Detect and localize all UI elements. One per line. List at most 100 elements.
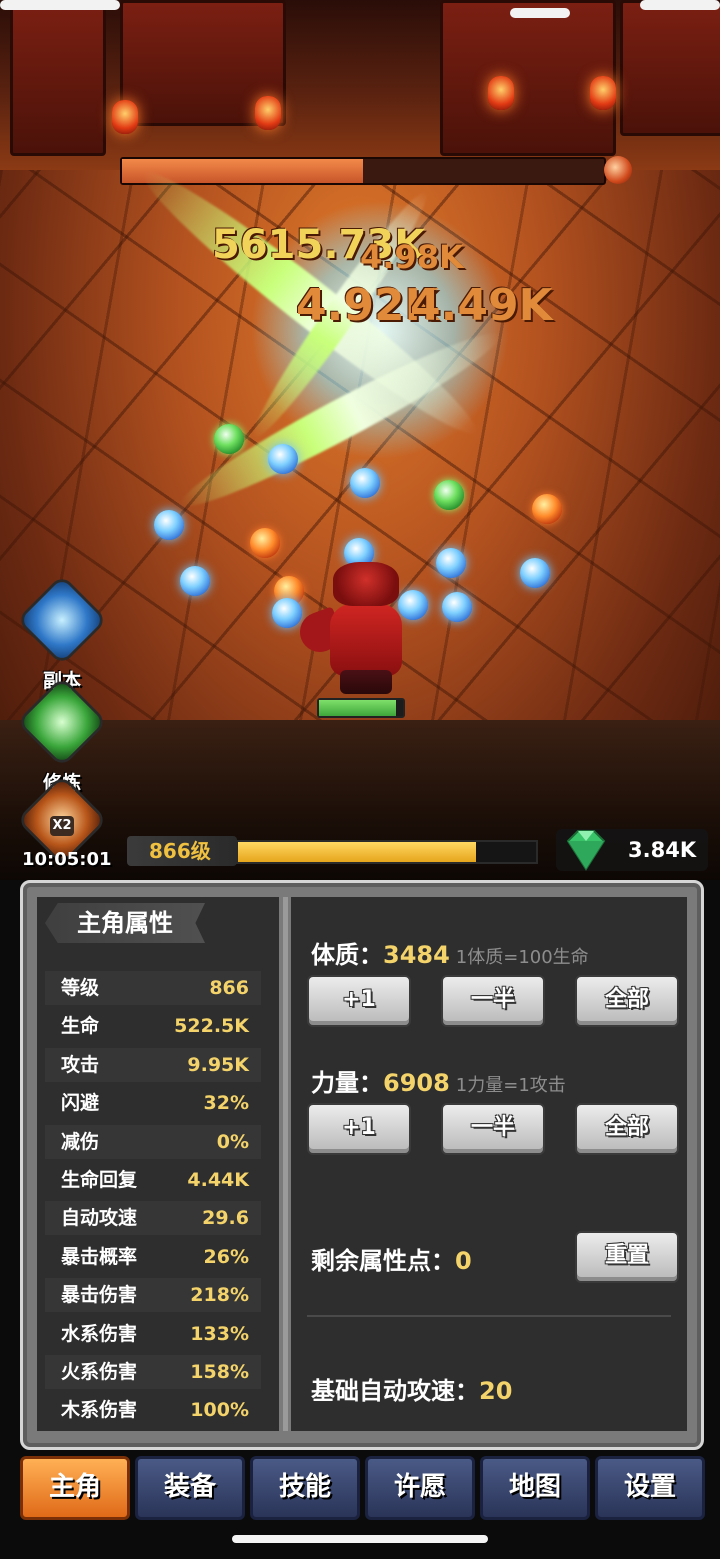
stat-row: 木系伤害 100% [45, 1393, 261, 1427]
stat-row: 暴击概率 26% [45, 1240, 261, 1274]
strength-half-button[interactable]: 一半 [441, 1103, 545, 1155]
stat-value: 9.95K [187, 1053, 249, 1076]
lantern [112, 100, 138, 134]
stat-label: 暴击概率 [61, 1245, 138, 1268]
stat-label: 火系伤害 [61, 1361, 138, 1383]
gem-counter: 3.84K [556, 829, 708, 871]
water-orb [154, 510, 184, 540]
remaining-points-line: 剩余属性点：0 [311, 1241, 472, 1276]
base-speed-label: 基础自动攻速： [311, 1377, 479, 1405]
constitution-value: 3484 [383, 941, 450, 969]
base-speed-line: 基础自动攻速：20 [311, 1371, 512, 1406]
constitution-half-button[interactable]: 一半 [441, 975, 545, 1027]
strength-all-button[interactable]: 全部 [575, 1103, 679, 1155]
water-orb [268, 444, 298, 474]
stat-label: 闪避 [61, 1092, 100, 1115]
water-orb [350, 468, 380, 498]
building [620, 0, 720, 136]
stat-label: 暴击伤害 [61, 1284, 138, 1307]
building [10, 0, 106, 156]
stat-label: 水系伤害 [61, 1322, 138, 1345]
tab-hero[interactable]: 主角 [20, 1456, 130, 1520]
stat-value: 866 [209, 977, 249, 999]
stat-row: 生命 522.5K [45, 1009, 261, 1043]
fire-orb [532, 494, 562, 524]
stat-row: 等级 866 [45, 971, 261, 1005]
attribute-panel: 体质：3484 1体质=100生命 +1 一半 全部 力量：6908 1力量=1攻击… [20, 880, 704, 1450]
building [440, 0, 616, 156]
stat-row: 攻击 9.95K [45, 1047, 261, 1082]
remaining-points-value: 0 [455, 1247, 472, 1275]
water-orb [442, 592, 472, 622]
x2-badge: X2 [50, 816, 74, 836]
damage-number: 4.49K [410, 280, 553, 331]
xp-fill [238, 842, 477, 862]
swirl-icon [16, 676, 108, 768]
home-indicator[interactable] [232, 1535, 488, 1543]
water-orb [180, 566, 210, 596]
water-orb [398, 590, 428, 620]
constitution-plus-one-button[interactable]: +1 [307, 975, 411, 1027]
stat-label: 生命 [61, 1015, 100, 1038]
constitution-all-button[interactable]: 全部 [575, 975, 679, 1027]
constitution-hint: 1体质=100生命 [455, 947, 589, 968]
gem-count: 3.84K [628, 838, 697, 862]
strength-plus-one-button[interactable]: +1 [307, 1103, 411, 1155]
allocation-column: 体质：3484 1体质=100生命 +1 一半 全部 力量：6908 1力量=1攻击… [291, 897, 687, 1431]
stat-value: 4.44K [187, 1169, 249, 1191]
tab-map[interactable]: 地图 [480, 1456, 590, 1520]
reset-button[interactable]: 重置 [575, 1231, 679, 1283]
wood-orb [434, 480, 464, 510]
stat-label: 减伤 [61, 1130, 100, 1153]
strength-line: 力量：6908 1力量=1攻击 [311, 1063, 566, 1098]
strength-label: 力量： [311, 1069, 383, 1097]
lantern [590, 76, 616, 110]
battle-scene: 5615.73K 4.98K 4.92K 4.49K [0, 0, 720, 880]
tab-equipment[interactable]: 装备 [135, 1456, 245, 1520]
lantern [488, 76, 514, 110]
hero-hp-bar [317, 698, 405, 718]
stat-label: 等级 [61, 977, 100, 999]
stat-value: 0% [216, 1130, 249, 1153]
stat-value: 218% [190, 1284, 249, 1307]
bottom-tab-bar: 主角 装备 技能 许愿 地图 设置 [0, 1456, 720, 1520]
base-speed-value: 20 [479, 1377, 513, 1405]
stat-value: 100% [190, 1399, 249, 1422]
fire-orb [250, 528, 280, 558]
hero-hp-fill [319, 700, 397, 716]
stat-row: 自动攻速 29.6 [45, 1201, 261, 1236]
stat-row: 减伤 0% [45, 1124, 261, 1159]
tab-wish[interactable]: 许愿 [365, 1456, 475, 1520]
constitution-label: 体质： [311, 941, 383, 969]
tab-settings[interactable]: 设置 [595, 1456, 705, 1520]
stat-label: 自动攻速 [61, 1207, 138, 1230]
instance-button[interactable]: 副本 [16, 574, 108, 693]
tab-skills[interactable]: 技能 [250, 1456, 360, 1520]
lantern [255, 96, 281, 130]
constitution-line: 体质：3484 1体质=100生命 [311, 935, 589, 970]
stat-row: 生命回复 4.44K [45, 1163, 261, 1197]
stat-value: 133% [190, 1322, 249, 1345]
water-orb [272, 598, 302, 628]
stat-row: 水系伤害 133% [45, 1317, 261, 1351]
vortex-icon [16, 574, 108, 666]
remaining-points-label: 剩余属性点： [311, 1247, 455, 1275]
stat-value: 32% [203, 1092, 249, 1115]
wood-orb [214, 424, 244, 454]
stat-value: 522.5K [174, 1015, 249, 1038]
xp-bar [236, 840, 538, 864]
stat-row: 暴击伤害 218% [45, 1278, 261, 1313]
boss-hp-bar [120, 157, 606, 185]
hero-head [333, 562, 399, 606]
water-orb [436, 548, 466, 578]
hero-legs [340, 670, 392, 694]
damage-number: 4.98K [360, 238, 464, 276]
strength-value: 6908 [383, 1069, 450, 1097]
strength-hint: 1力量=1攻击 [455, 1075, 566, 1096]
hero-body [330, 604, 402, 676]
level-label: 866级 [127, 836, 237, 866]
stat-label: 生命回复 [61, 1169, 138, 1191]
stat-row: 火系伤害 158% [45, 1355, 261, 1389]
stat-value: 158% [190, 1361, 249, 1383]
panel-title: 主角属性 [45, 903, 205, 943]
